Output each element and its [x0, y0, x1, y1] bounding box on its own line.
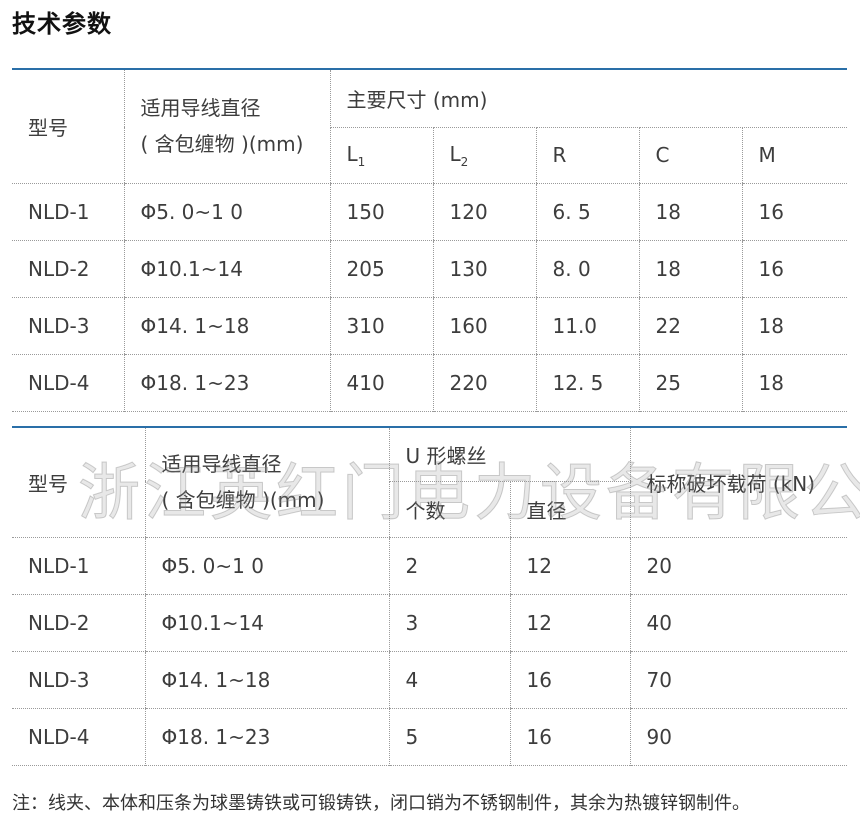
cell-l2: 120	[432, 183, 536, 241]
cell-model: NLD-4	[28, 724, 90, 749]
diameter-header-line2: ( 含包缠物 )(mm)	[140, 132, 304, 157]
cell-l1: 410	[329, 354, 433, 411]
cell-l2: 160	[432, 297, 536, 355]
model-header: 型号	[12, 69, 124, 184]
cell-model: NLD-3	[12, 651, 145, 709]
cell-c: 22	[638, 297, 742, 355]
diameter-header-line2: ( 含包缠物 )(mm)	[161, 488, 325, 513]
cell-diameter: Φ5. 0~1 0	[144, 537, 389, 595]
cell-load: 90	[629, 708, 847, 765]
cell-r: 12. 5	[535, 354, 639, 411]
cell-model: NLD-1	[12, 537, 145, 595]
table-row: NLD-1 Φ5. 0~1 0 150 120 6. 5 18 16	[12, 183, 848, 241]
cell-diameter: Φ14. 1~18	[144, 651, 389, 709]
u-bolt-header: U 形螺丝	[388, 427, 630, 482]
cell-bolt-count: 4	[388, 651, 510, 709]
cell-model: NLD-2	[12, 594, 145, 652]
cell-l2: 220	[432, 354, 536, 411]
cell-bolt-diameter: 16	[509, 708, 630, 765]
cell-bolt-diameter: 16	[509, 651, 630, 709]
cell-model: NLD-1	[12, 183, 124, 241]
cell-m: 18	[741, 354, 848, 411]
cell-r: 6. 5	[535, 183, 639, 241]
bolt-count-header: 个数	[388, 481, 510, 538]
table-row: NLD-4 Φ18. 1~23 410 220 12. 5 25 18	[12, 354, 848, 411]
col-c-header: C	[638, 127, 742, 184]
diameter-header-line1: 适用导线直径	[140, 96, 261, 121]
cell-l1: 310	[329, 297, 433, 355]
table-row: NLD-2 Φ10.1~14 3 12 40	[12, 594, 847, 652]
cell-c: 25	[638, 354, 742, 411]
dimensions-header: 主要尺寸 (mm)	[329, 69, 848, 128]
cell-model: NLD-2	[12, 240, 124, 298]
model-header: 型号	[12, 427, 145, 538]
cell-load: 20	[629, 537, 847, 595]
cell-bolt-count: 3	[388, 594, 510, 652]
dimensions-table: 型号 适用导线直径 ( 含包缠物 )(mm) 主要尺寸 (mm) L1 L2 R…	[12, 68, 848, 412]
col-l1-header: L1	[329, 127, 433, 184]
cell-model: NLD-3	[12, 297, 124, 355]
cell-c: 18	[638, 183, 742, 241]
diameter-header: 适用导线直径 ( 含包缠物 )(mm)	[144, 427, 389, 538]
cell-bolt-count: 2	[388, 537, 510, 595]
cell-l2: 130	[432, 240, 536, 298]
table-row: NLD-4 Φ18. 1~23 5 16 90	[12, 708, 847, 765]
cell-diameter: Φ18. 1~23	[144, 708, 389, 765]
cell-diameter: Φ10.1~14	[144, 594, 389, 652]
cell-diameter: Φ10.1~14	[123, 240, 330, 298]
cell-r: 8. 0	[535, 240, 639, 298]
table-row: NLD-3 Φ14. 1~18 310 160 11.0 22 18	[12, 297, 848, 355]
bolt-load-table: 型号 适用导线直径 ( 含包缠物 )(mm) U 形螺丝 标称破坏载荷 (kN)…	[12, 426, 847, 766]
cell-bolt-count: 5	[388, 708, 510, 765]
cell-l1: 150	[329, 183, 433, 241]
col-r-header: R	[535, 127, 639, 184]
cell-m: 18	[741, 297, 848, 355]
cell-diameter: Φ14. 1~18	[123, 297, 330, 355]
load-header: 标称破坏载荷 (kN)	[629, 427, 847, 538]
diameter-header: 适用导线直径 ( 含包缠物 )(mm)	[123, 69, 330, 184]
col-l2-header: L2	[432, 127, 536, 184]
cell-m: 16	[741, 240, 848, 298]
cell-bolt-diameter: 12	[509, 537, 630, 595]
cell-diameter: Φ18. 1~23	[123, 354, 330, 411]
cell-l1: 205	[329, 240, 433, 298]
cell-r: 11.0	[535, 297, 639, 355]
cell-load: 70	[629, 651, 847, 709]
cell-bolt-diameter: 12	[509, 594, 630, 652]
table-row: NLD-2 Φ10.1~14 205 130 8. 0 18 16	[12, 240, 848, 298]
diameter-header-line1: 适用导线直径	[161, 452, 282, 477]
cell-load: 40	[629, 594, 847, 652]
cell-model: NLD-4	[28, 370, 90, 395]
footnote: 注：线夹、本体和压条为球墨铸铁或可锻铸铁，闭口销为不锈钢制件，其余为热镀锌钢制件…	[12, 793, 750, 814]
table-row: NLD-3 Φ14. 1~18 4 16 70	[12, 651, 847, 709]
bolt-diameter-header: 直径	[509, 481, 630, 538]
cell-diameter: Φ5. 0~1 0	[123, 183, 330, 241]
col-m-header: M	[741, 127, 848, 184]
cell-m: 16	[741, 183, 848, 241]
cell-c: 18	[638, 240, 742, 298]
table-row: NLD-1 Φ5. 0~1 0 2 12 20	[12, 537, 847, 595]
page-title: 技术参数	[12, 10, 112, 38]
